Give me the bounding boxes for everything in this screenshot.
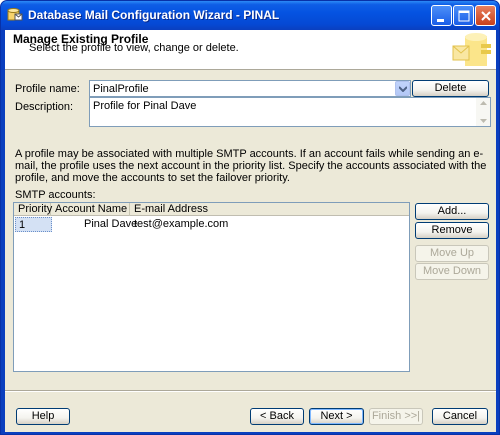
profile-name-value: PinalProfile [93,83,149,95]
scroll-down-icon[interactable] [480,119,487,123]
description-label: Description: [15,101,74,113]
description-value: Profile for Pinal Dave [93,100,197,112]
move-up-button[interactable]: Move Up [415,245,489,262]
table-row[interactable]: 1 Pinal Dave test@example.com [14,217,409,232]
grid-header: Priority Account Name E-mail Address [14,203,409,216]
add-account-button[interactable]: Add... [415,203,489,220]
footer-divider [5,390,496,392]
cancel-button[interactable]: Cancel [432,408,488,425]
cell-account-name[interactable]: Pinal Dave [84,217,137,232]
smtp-accounts-grid[interactable]: Priority Account Name E-mail Address 1 P… [13,202,410,372]
back-button[interactable]: < Back [250,408,304,425]
delete-button[interactable]: Delete [412,80,489,97]
column-header-account-name[interactable]: Account Name [51,203,130,216]
remove-account-button[interactable]: Remove [415,222,489,239]
title-bar[interactable]: Database Mail Configuration Wizard - PIN… [1,1,499,30]
chevron-down-icon [399,86,407,92]
wizard-window: Database Mail Configuration Wizard - PIN… [0,0,500,435]
window-title: Database Mail Configuration Wizard - PIN… [28,8,280,22]
close-icon [481,11,491,21]
minimize-button[interactable] [431,5,452,26]
smtp-accounts-label: SMTP accounts: [15,189,96,201]
maximize-icon [458,10,470,22]
cell-email[interactable]: test@example.com [134,217,228,232]
failover-info-text: A profile may be associated with multipl… [15,148,487,184]
wizard-graphic-icon [452,33,491,66]
wizard-header: Manage Existing Profile Select the profi… [5,30,496,70]
column-header-email[interactable]: E-mail Address [130,203,411,216]
page-subtitle: Select the profile to view, change or de… [29,42,239,54]
cell-priority[interactable]: 1 [15,217,52,232]
help-button[interactable]: Help [16,408,70,425]
maximize-button[interactable] [453,5,474,26]
minimize-icon [437,19,444,22]
scroll-up-icon[interactable] [480,101,487,105]
profile-name-label: Profile name: [15,83,80,95]
database-mail-icon [7,8,23,21]
move-down-button[interactable]: Move Down [415,263,489,280]
profile-name-select[interactable]: PinalProfile [89,80,411,97]
next-button[interactable]: Next > [309,408,364,425]
description-scrollbar[interactable] [476,98,490,126]
dialog-client: Manage Existing Profile Select the profi… [5,30,496,432]
description-field[interactable]: Profile for Pinal Dave [89,97,491,127]
dropdown-button[interactable] [395,81,410,96]
close-button[interactable] [475,5,496,26]
finish-button[interactable]: Finish >>| [369,408,423,425]
column-header-priority[interactable]: Priority [14,203,52,216]
